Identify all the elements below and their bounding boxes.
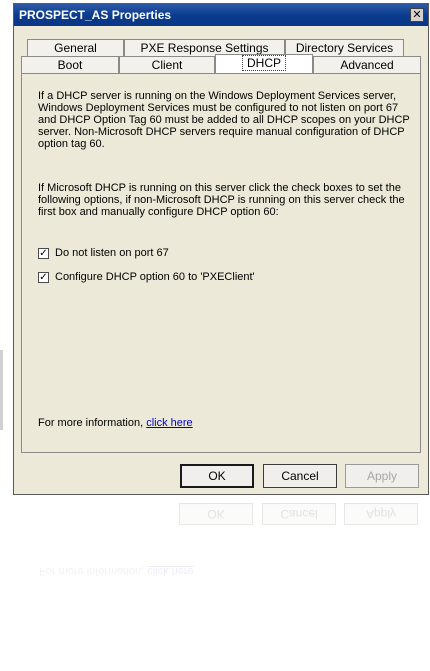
more-information: For more information, click here: [38, 417, 410, 429]
left-edge-decoration: [0, 350, 3, 430]
reflection-fade: [13, 495, 429, 671]
window-title: PROSPECT_AS Properties: [19, 8, 172, 22]
properties-dialog: PROSPECT_AS Properties ✕ General PXE Res…: [13, 3, 429, 495]
dhcp-description: If a DHCP server is running on the Windo…: [38, 90, 410, 150]
do-not-listen-port-67-checkbox[interactable]: ✓: [38, 247, 49, 259]
tab-dhcp-label: DHCP: [241, 55, 286, 71]
tab-client[interactable]: Client: [119, 56, 215, 73]
more-info-prefix: For more information,: [38, 417, 147, 429]
do-not-listen-port-67-option[interactable]: ✓ Do not listen on port 67: [38, 246, 169, 260]
ok-button[interactable]: OK: [180, 464, 254, 488]
do-not-listen-port-67-label: Do not listen on port 67: [55, 247, 169, 259]
microsoft-dhcp-instructions: If Microsoft DHCP is running on this ser…: [38, 182, 405, 218]
click-here-link[interactable]: click here: [146, 417, 192, 429]
title-bar: PROSPECT_AS Properties ✕: [14, 4, 428, 26]
configure-option-60-label: Configure DHCP option 60 to 'PXEClient': [55, 271, 255, 283]
dhcp-tab-panel: If a DHCP server is running on the Windo…: [21, 73, 421, 453]
apply-button[interactable]: Apply: [345, 464, 419, 488]
tab-boot[interactable]: Boot: [21, 56, 119, 73]
configure-option-60-checkbox[interactable]: ✓: [38, 271, 49, 283]
close-icon[interactable]: ✕: [410, 8, 424, 22]
tab-general[interactable]: General: [27, 39, 124, 56]
dialog-reflection: OK Cancel Apply For more information, cl…: [13, 495, 429, 671]
configure-option-60-option[interactable]: ✓ Configure DHCP option 60 to 'PXEClient…: [38, 270, 255, 284]
tab-advanced[interactable]: Advanced: [313, 56, 421, 73]
tab-dhcp[interactable]: DHCP: [215, 54, 313, 73]
cancel-button[interactable]: Cancel: [263, 464, 337, 488]
